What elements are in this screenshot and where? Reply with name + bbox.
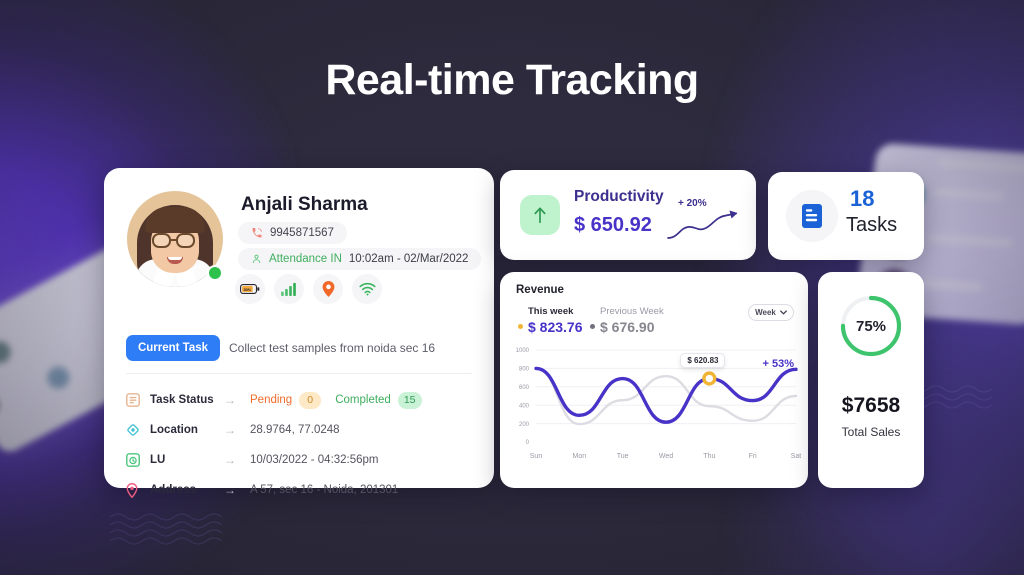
svg-text:Fri: Fri [749,453,758,460]
completed-count-badge: 15 [397,391,422,409]
current-task-text: Collect test samples from noida sec 16 [229,341,436,355]
online-status-dot [207,265,223,281]
detail-value: 10/03/2022 - 04:32:56pm [250,454,379,466]
svg-text:Thu: Thu [703,453,715,460]
phone-icon [252,228,262,238]
svg-text:800: 800 [519,367,530,373]
detail-label: Location [150,424,198,436]
location-icon [126,423,142,437]
week-range-select[interactable]: Week [748,304,794,321]
attendance-pill: Attendance IN 10:02am - 02/Mar/2022 [238,248,482,270]
revenue-title: Revenue [516,284,564,296]
revenue-series-previous-week: Previous Week $ 676.90 [590,306,664,335]
week-select-label: Week [755,308,776,317]
current-task-button[interactable]: Current Task [126,335,220,361]
series-value: $ 823.76 [528,319,583,335]
series-label: Previous Week [600,306,664,317]
detail-label: Task Status [150,394,214,406]
detail-value: A 57, sec 16 - Noida, 201301 [250,484,399,496]
total-sales-amount: $7658 [841,394,901,417]
page-title: Real-time Tracking [325,56,699,104]
productivity-card: Productivity $ 650.92 + 20% [500,170,756,260]
last-updated-icon [126,453,142,467]
tasks-count: 18 [850,186,875,211]
revenue-delta: + 53% [762,358,795,370]
document-list-icon [786,190,838,242]
tasks-label: Tasks [846,214,898,236]
svg-text:Sun: Sun [530,453,543,460]
detail-arrow: → [224,483,236,497]
task-status-icon [126,393,142,407]
detail-label: Address [150,484,197,496]
signal-icon [274,274,304,304]
detail-arrow: → [224,423,236,437]
revenue-series-this-week: This week $ 823.76 [518,306,583,335]
productivity-sparkline [667,210,738,239]
chevron-down-icon [779,310,787,315]
detail-arrow: → [224,393,236,407]
address-pin-icon [126,482,142,498]
pending-label: Pending [250,394,293,406]
detail-value: 28.9764, 77.0248 [250,424,340,436]
revenue-card: Revenue This week $ 823.76 Previous Week… [500,272,808,488]
detail-row-location: Location → 28.9764, 77.0248 [126,420,340,440]
series-dot [518,324,523,329]
profile-card: Anjali Sharma 9945871567 Attendance IN 1… [104,168,494,498]
progress-ring: 75% [839,294,903,358]
svg-text:Mon: Mon [573,453,587,460]
attendance-label: Attendance IN [269,253,342,265]
svg-text:Sat: Sat [791,453,802,460]
svg-text:400: 400 [519,403,530,409]
svg-text:Wed: Wed [659,453,673,460]
attendance-time: 10:02am - 02/Mar/2022 [348,253,469,265]
pending-count-badge: 0 [299,391,322,409]
total-sales-card: 75% $7658 Total Sales [818,272,924,488]
svg-text:Tue: Tue [617,453,629,460]
avatar-wrapper [127,191,223,287]
completed-label: Completed [335,394,391,406]
detail-arrow: → [224,453,236,467]
progress-percent: 75% [855,317,887,335]
card-divider [126,373,472,374]
phone-number: 9945871567 [270,227,334,239]
location-pin-icon [313,274,343,304]
svg-text:600: 600 [519,385,530,391]
wifi-icon [352,274,382,304]
total-sales-label: Total Sales [841,425,901,439]
battery-icon: 80% [235,274,265,304]
svg-text:200: 200 [519,422,530,428]
detail-row-task-status: Task Status → Pending 0 Completed 15 [126,390,422,410]
series-label: This week [528,306,574,317]
series-value: $ 676.90 [600,319,655,335]
series-dot [590,324,595,329]
productivity-title: Productivity [574,188,664,205]
detail-row-address: Address → A 57, sec 16 - Noida, 201301 [126,480,398,500]
svg-text:0: 0 [526,440,530,446]
person-icon [252,254,261,264]
phone-pill: 9945871567 [238,222,347,244]
revenue-tooltip: $ 620.83 [680,352,726,368]
svg-text:1000: 1000 [516,348,530,354]
arrow-up-icon [520,195,560,235]
profile-name: Anjali Sharma [241,194,368,215]
svg-text:80%: 80% [244,288,252,292]
productivity-value: $ 650.92 [574,214,652,236]
detail-row-last-updated: LU → 10/03/2022 - 04:32:56pm [126,450,379,470]
tasks-card: 18 Tasks [768,172,924,260]
detail-label: LU [150,454,166,466]
device-status-icons: 80% [235,274,382,304]
